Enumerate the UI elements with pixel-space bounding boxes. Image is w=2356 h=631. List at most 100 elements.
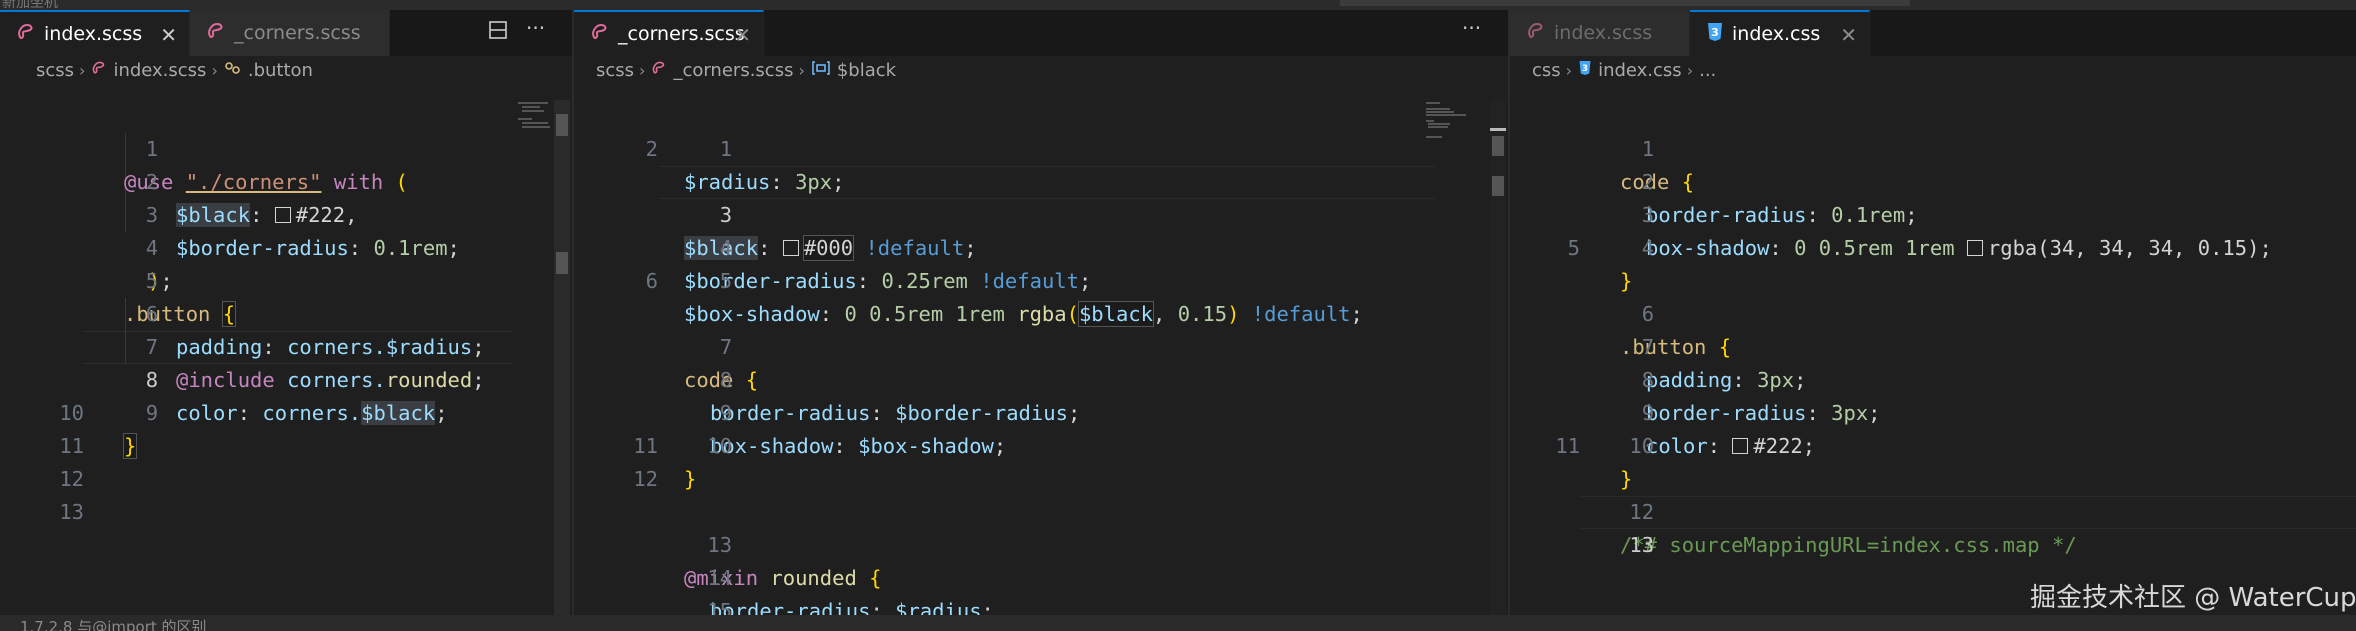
code-line: 4 $border-radius: 0.25rem !default; — [684, 236, 1092, 293]
bottom-text-fragment: 1.7.2.8 与@import 的区别 — [20, 618, 207, 631]
code-line: 13 — [59, 500, 84, 524]
chevron-right-icon: › — [639, 60, 646, 80]
chevron-right-icon: › — [1565, 60, 1573, 80]
breadcrumb-more[interactable]: ... — [1699, 60, 1716, 81]
code-line: 10 — [59, 401, 84, 425]
code-line: 10 } — [684, 434, 733, 491]
vertical-scrollbar[interactable] — [554, 100, 570, 615]
code-line: 11 — [1555, 434, 1580, 458]
svg-text:3: 3 — [1711, 26, 1719, 39]
tab-label: index.scss — [1554, 22, 1653, 44]
scroll-cursor-marker — [1490, 128, 1506, 131]
scroll-thumb[interactable] — [1492, 136, 1504, 156]
code-line: 10 } — [1620, 434, 1655, 491]
scss-file-icon — [590, 22, 610, 47]
close-icon[interactable]: ✕ — [734, 23, 751, 47]
code-line: 5 $box-shadow: 0 0.5rem 1rem rgba($black… — [684, 269, 1363, 327]
scss-file-icon — [651, 60, 667, 81]
scroll-marker — [556, 252, 568, 274]
code-line: 7 code { — [684, 335, 759, 392]
css-file-icon: 3 — [1706, 22, 1724, 47]
scss-file-icon — [16, 22, 36, 47]
tab-bar: index.scss ✕ _corners.scss ··· — [0, 10, 572, 56]
code-line: 15 } — [707, 599, 733, 615]
breadcrumb-folder[interactable]: css — [1532, 60, 1561, 81]
code-line: 1 @use "./corners" with ( — [124, 137, 408, 194]
code-line: 9 } — [122, 401, 159, 459]
minimap[interactable] — [1426, 100, 1474, 140]
breadcrumb: css › 3 index.css › ... — [1510, 58, 2356, 82]
chevron-right-icon: › — [211, 60, 218, 80]
code-line: 3 $border-radius: 0.1rem; — [145, 203, 460, 260]
more-actions-icon[interactable]: ··· — [526, 16, 545, 40]
code-line: 2 — [645, 137, 658, 161]
scss-file-icon — [91, 60, 107, 81]
breadcrumb-symbol[interactable]: .button — [248, 60, 313, 81]
scroll-thumb[interactable] — [556, 114, 568, 136]
code-line: 8 border-radius: 3px; — [1641, 368, 1881, 425]
tab-label: index.scss — [44, 23, 143, 45]
close-icon[interactable]: ✕ — [160, 23, 177, 47]
code-line: 13 @mixin rounded { — [684, 533, 882, 590]
code-line: 1 $radius: 3px; — [684, 137, 845, 194]
editor-pane-index-scss: index.scss ✕ _corners.scss ··· scss › in… — [0, 10, 572, 615]
tab-index-scss[interactable]: index.scss ✕ — [0, 10, 190, 56]
code-line: 8 border-radius: $border-radius; — [710, 368, 1081, 425]
code-line: 1 code { — [1620, 137, 1695, 194]
code-line: 6 padding: corners.$radius; — [145, 302, 485, 359]
code-line: 6 — [645, 269, 658, 293]
breadcrumb-file[interactable]: _corners.scss — [673, 60, 793, 81]
window-bottom-edge: 1.7.2.8 与@import 的区别 — [0, 615, 2356, 631]
tab-bar: _corners.scss ✕ ··· — [574, 10, 1508, 56]
tab-corners-scss[interactable]: _corners.scss ✕ — [574, 10, 764, 56]
code-line: 3 $black: #000 !default; — [684, 203, 977, 261]
code-line: 4 } — [1620, 236, 1655, 293]
breadcrumb-symbol[interactable]: $black — [837, 60, 896, 81]
chevron-right-icon: › — [79, 60, 86, 80]
close-icon[interactable]: ✕ — [1840, 23, 1857, 47]
breadcrumb-folder[interactable]: scss — [36, 60, 74, 81]
svg-text:3: 3 — [1582, 64, 1588, 74]
code-line: 12 — [59, 467, 84, 491]
more-actions-icon[interactable]: ··· — [1462, 16, 1481, 40]
code-line: 3 box-shadow: 0 0.5rem 1rem rgba(34, 34,… — [1641, 203, 2272, 260]
editor-pane-index-css: index.scss 3 index.css ✕ css › 3 index.c… — [1510, 10, 2356, 615]
code-line: 12 — [633, 467, 658, 491]
code-line: 14 border-radius: $radius; — [707, 566, 994, 615]
css-file-icon: 3 — [1578, 60, 1592, 81]
tab-bar: index.scss 3 index.css ✕ — [1510, 10, 2356, 56]
code-line: 9 color: #222; — [1641, 401, 1816, 458]
code-line: 11 — [59, 434, 84, 458]
scss-file-icon — [206, 21, 226, 46]
code-line: 6 .button { — [1620, 302, 1732, 359]
tab-index-css[interactable]: 3 index.css ✕ — [1690, 10, 1870, 56]
scss-file-icon — [1526, 21, 1546, 46]
tab-label: _corners.scss — [618, 23, 745, 45]
breadcrumb-file[interactable]: index.css — [1598, 60, 1682, 81]
code-line: 5 .button { — [124, 269, 237, 327]
chevron-right-icon: › — [798, 60, 805, 80]
variable-symbol-icon — [811, 60, 831, 81]
code-line: 12 /*# sourceMappingURL=index.css.map */ — [1620, 500, 2077, 557]
split-editor-icon[interactable] — [488, 20, 508, 45]
scroll-marker — [1492, 176, 1504, 196]
breadcrumb-file[interactable]: index.scss — [113, 60, 206, 81]
code-line: 2 $black: #222, — [145, 170, 358, 227]
tab-label: index.css — [1732, 23, 1821, 45]
title-strip — [1340, 0, 1910, 6]
code-line: 8 color: corners.$black; — [145, 368, 448, 425]
breadcrumb: scss › _corners.scss › $black — [574, 58, 1508, 82]
vertical-scrollbar[interactable] — [1490, 100, 1506, 615]
tab-corners-scss[interactable]: _corners.scss — [190, 10, 390, 56]
window-title-fragment: 新加坐机 — [2, 0, 58, 10]
code-line: 9 box-shadow: $box-shadow; — [710, 401, 1007, 458]
window-top-edge: 新加坐机 — [0, 0, 2356, 10]
watermark: 掘金技术社区 @ WaterCup — [2030, 583, 2356, 613]
code-line: 7 @include corners.rounded; — [145, 335, 485, 392]
code-line: 2 border-radius: 0.1rem; — [1641, 170, 1918, 227]
breadcrumb-folder[interactable]: scss — [596, 60, 634, 81]
code-line: 7 padding: 3px; — [1641, 335, 1807, 392]
tab-label: _corners.scss — [234, 22, 361, 44]
code-line: 11 — [633, 434, 658, 458]
tab-index-scss[interactable]: index.scss — [1510, 10, 1690, 56]
